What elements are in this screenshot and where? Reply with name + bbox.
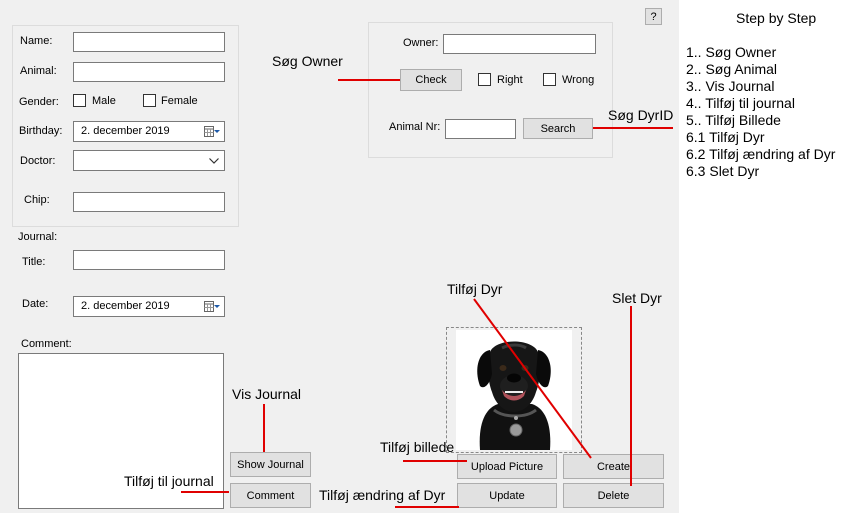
chevron-down-icon[interactable] [209,158,219,164]
right-checkbox[interactable] [478,73,491,86]
owner-label: Owner: [403,37,439,49]
journal-date-value: 2. december 2019 [81,300,170,312]
step-item: 6.2 Tilføj ændring af Dyr [686,146,836,162]
update-button[interactable]: Update [457,483,557,508]
annotation-line [181,491,229,493]
chip-field[interactable] [73,192,225,212]
name-field[interactable] [73,32,225,52]
female-label: Female [161,95,198,107]
search-button[interactable]: Search [523,118,593,139]
vet-form-window: ? Name: Animal: Gender: Male Female Birt… [0,0,679,513]
upload-picture-button[interactable]: Upload Picture [457,454,557,479]
check-button[interactable]: Check [400,69,462,91]
female-checkbox[interactable] [143,94,156,107]
gender-label: Gender: [19,96,59,108]
annotation-line [593,127,673,129]
birthday-datepicker[interactable]: 2. december 2019 [73,121,225,142]
annotation-vis-journal: Vis Journal [232,386,302,402]
animal-label: Animal: [20,65,57,77]
step-item: 3.. Vis Journal [686,78,775,94]
wrong-checkbox[interactable] [543,73,556,86]
comment-label: Comment: [21,338,72,350]
journal-title-field[interactable] [73,250,225,270]
male-label: Male [92,95,116,107]
comment-button[interactable]: Comment [230,483,311,508]
name-label: Name: [20,35,53,47]
create-button[interactable]: Create [563,454,664,479]
dog-photo [456,330,572,450]
step-by-step-panel: Step by Step 1.. Søg Owner 2.. Søg Anima… [686,0,859,513]
step-item: 1.. Søg Owner [686,44,777,60]
doctor-combobox[interactable] [73,150,225,171]
doctor-label: Doctor: [20,155,56,167]
journal-section-label: Journal: [18,231,58,243]
owner-field[interactable] [443,34,596,54]
annotation-line [403,460,467,462]
annotation-sog-owner: Søg Owner [272,53,343,69]
chip-label: Chip: [24,194,50,206]
show-journal-button[interactable]: Show Journal [230,452,311,477]
birthday-value: 2. december 2019 [81,125,170,137]
help-button[interactable]: ? [645,8,662,25]
step-item: 5.. Tilføj Billede [686,112,781,128]
annotation-tilfoj-til-journal: Tilføj til journal [124,473,214,489]
calendar-dropdown-icon[interactable] [204,300,220,313]
calendar-dropdown-icon[interactable] [204,125,220,138]
annotation-tilfoj-dyr: Tilføj Dyr [447,281,503,297]
journal-date-datepicker[interactable]: 2. december 2019 [73,296,225,317]
wrong-label: Wrong [562,74,595,86]
annotation-sog-dyrid: Søg DyrID [608,107,674,123]
step-item: 6.3 Slet Dyr [686,163,760,179]
birthday-label: Birthday: [19,125,63,137]
steps-title: Step by Step [736,10,817,26]
title-label: Title: [22,256,46,268]
delete-button[interactable]: Delete [563,483,664,508]
animal-field[interactable] [73,62,225,82]
annotation-line [395,506,459,508]
right-label: Right [497,74,523,86]
step-item: 4.. Tilføj til journal [686,95,795,111]
male-checkbox[interactable] [73,94,86,107]
step-item: 2.. Søg Animal [686,61,778,77]
annotation-tilfoj-aendring: Tilføj ændring af Dyr [319,487,446,503]
annotation-line [338,79,400,81]
date-label: Date: [22,298,49,310]
animal-nr-field[interactable] [445,119,516,139]
annotation-line [263,404,265,452]
step-item: 6.1 Tilføj Dyr [686,129,765,145]
annotation-tilfoj-billede: Tilføj billede [380,439,455,455]
animal-nr-label: Animal Nr: [389,121,441,133]
annotation-slet-dyr: Slet Dyr [612,290,662,306]
